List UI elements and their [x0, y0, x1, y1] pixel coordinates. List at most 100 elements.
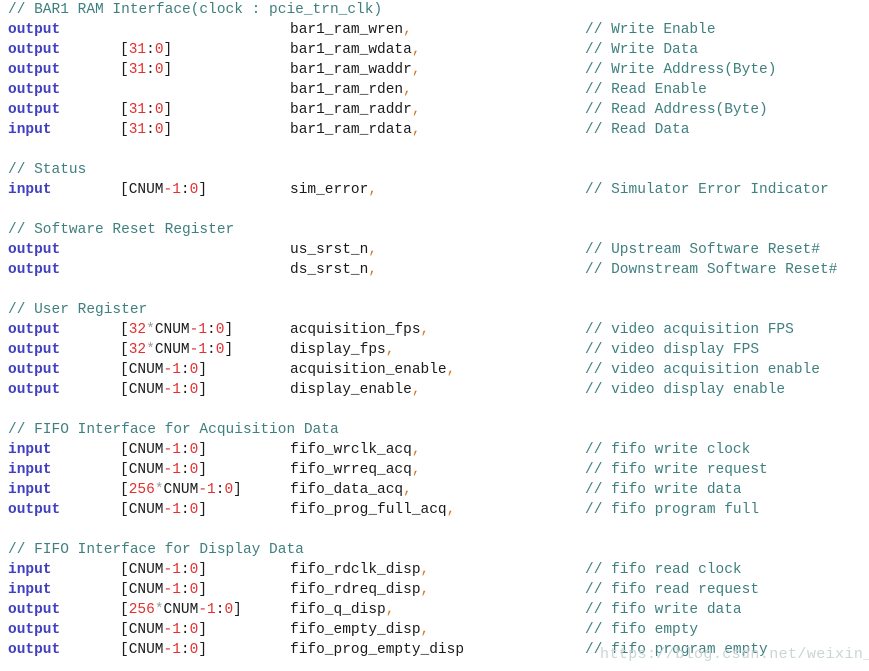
width-bracket: ] — [233, 482, 242, 498]
width-parameter: CNUM — [128, 462, 164, 478]
code-line-section-comment: // User Register — [0, 300, 869, 320]
port-name: acquisition_enable — [290, 362, 447, 378]
width-number: 31 — [128, 102, 147, 118]
port-trailing-comment: // Downstream Software Reset# — [585, 262, 838, 278]
port-direction-keyword: output — [8, 382, 61, 398]
width-bracket: : — [180, 442, 190, 458]
width-operator-minus: - — [163, 182, 173, 198]
port-width-spec: [CNUM-1:0] — [120, 580, 207, 600]
width-number: 1 — [198, 342, 208, 358]
port-trailing-comment: // Read Enable — [585, 82, 707, 98]
port-name: fifo_rdreq_disp — [290, 582, 421, 598]
port-direction-keyword: output — [8, 342, 61, 358]
port-direction-keyword: output — [8, 62, 61, 78]
port-width-spec: [CNUM-1:0] — [120, 180, 207, 200]
port-direction-keyword: input — [8, 442, 52, 458]
port-direction-keyword: input — [8, 562, 52, 578]
width-number: 1 — [198, 322, 208, 338]
width-parameter: CNUM — [128, 642, 164, 658]
port-trailing-comment: // fifo program empty — [585, 642, 768, 658]
port-name-group: bar1_ram_wren, — [290, 20, 412, 40]
port-direction-keyword: output — [8, 262, 61, 278]
width-number: 1 — [172, 502, 181, 518]
width-bracket: ] — [163, 102, 173, 118]
port-trailing-comment: // video display FPS — [585, 342, 760, 358]
width-parameter: CNUM — [128, 622, 164, 638]
port-trailing-comment: // video acquisition FPS — [585, 322, 794, 338]
code-editor-surface: // BAR1 RAM Interface(clock : pcie_trn_c… — [0, 0, 869, 671]
width-bracket: : — [180, 362, 190, 378]
port-name: fifo_rdclk_disp — [290, 562, 421, 578]
section-header-comment: // FIFO Interface for Display Data — [8, 542, 304, 558]
width-bracket: : — [180, 382, 190, 398]
width-number: 1 — [172, 442, 181, 458]
width-bracket: : — [180, 582, 190, 598]
port-trailing-comment: // Write Enable — [585, 22, 716, 38]
width-operator: * — [146, 342, 155, 358]
port-width-spec: [31:0] — [120, 60, 172, 80]
width-number: 1 — [207, 602, 216, 618]
width-operator-minus: - — [163, 582, 173, 598]
section-header-comment: // Status — [8, 162, 87, 178]
width-number: 1 — [172, 362, 181, 378]
port-width-spec: [32*CNUM-1:0] — [120, 340, 233, 360]
width-number: 1 — [172, 382, 181, 398]
port-comma: , — [411, 382, 421, 398]
port-width-spec: [CNUM-1:0] — [120, 360, 207, 380]
port-name: bar1_ram_waddr — [290, 62, 412, 78]
port-comma: , — [403, 22, 412, 38]
port-name-group: bar1_ram_wdata, — [290, 40, 421, 60]
port-comma: , — [385, 602, 395, 618]
code-line-port-declaration: output [31:0] bar1_ram_wdata, // Write Data — [0, 40, 869, 60]
width-operator-minus: - — [163, 362, 173, 378]
width-number: 1 — [172, 462, 181, 478]
port-trailing-comment: // Upstream Software Reset# — [585, 242, 820, 258]
width-bracket: [ — [120, 462, 129, 478]
width-parameter: CNUM — [128, 362, 164, 378]
port-width-spec: [CNUM-1:0] — [120, 620, 207, 640]
code-line-port-declaration: output ds_srst_n, // Downstream Software R… — [0, 260, 869, 280]
port-name-group: fifo_prog_empty_disp — [290, 640, 464, 660]
code-line-port-declaration: output us_srst_n, // Upstream Software Res… — [0, 240, 869, 260]
section-header-comment: // Software Reset Register — [8, 222, 235, 238]
port-name-group: bar1_ram_rdata, — [290, 120, 421, 140]
width-bracket: ] — [198, 642, 208, 658]
code-line-port-declaration: output [31:0] bar1_ram_raddr, // Read Addre… — [0, 100, 869, 120]
port-trailing-comment: // Write Data — [585, 42, 699, 58]
width-operator-minus: - — [163, 562, 173, 578]
port-name: bar1_ram_wren — [290, 22, 404, 38]
port-name-group: fifo_q_disp, — [290, 600, 394, 620]
width-bracket: : — [180, 622, 190, 638]
port-comma: , — [420, 622, 430, 638]
port-comma: , — [403, 82, 412, 98]
port-comma: , — [420, 322, 430, 338]
code-line-section-comment: // Status — [0, 160, 869, 180]
code-line-port-declaration: output [256*CNUM-1:0] fifo_q_disp, // fifo … — [0, 600, 869, 620]
code-line-port-declaration: input [256*CNUM-1:0] fifo_data_acq, // fifo… — [0, 480, 869, 500]
port-name-group: us_srst_n, — [290, 240, 377, 260]
port-name: acquisition_fps — [290, 322, 421, 338]
port-direction-keyword: input — [8, 482, 52, 498]
port-name-group: fifo_wrreq_acq, — [290, 460, 421, 480]
width-bracket: [ — [120, 482, 129, 498]
port-comma: , — [411, 442, 421, 458]
port-comma: , — [446, 362, 456, 378]
port-direction-keyword: output — [8, 82, 61, 98]
code-line-port-declaration: input [CNUM-1:0] fifo_rdclk_disp, // fifo r… — [0, 560, 869, 580]
code-line-port-declaration: output bar1_ram_wren, // Write Enable — [0, 20, 869, 40]
width-number: 32 — [128, 342, 147, 358]
width-bracket: [ — [120, 562, 129, 578]
width-bracket: : — [180, 502, 190, 518]
port-name: fifo_data_acq — [290, 482, 404, 498]
port-comma: , — [368, 262, 378, 278]
port-name-group: display_fps, — [290, 340, 394, 360]
port-width-spec: [CNUM-1:0] — [120, 640, 207, 660]
width-bracket: : — [207, 342, 216, 358]
width-parameter: CNUM — [128, 582, 164, 598]
port-direction-keyword: input — [8, 182, 52, 198]
code-line-section-comment: // BAR1 RAM Interface(clock : pcie_trn_c… — [0, 0, 869, 20]
width-number: 0 — [154, 122, 164, 138]
port-width-spec: [256*CNUM-1:0] — [120, 600, 242, 620]
port-width-spec: [CNUM-1:0] — [120, 500, 207, 520]
width-bracket: ] — [198, 362, 208, 378]
